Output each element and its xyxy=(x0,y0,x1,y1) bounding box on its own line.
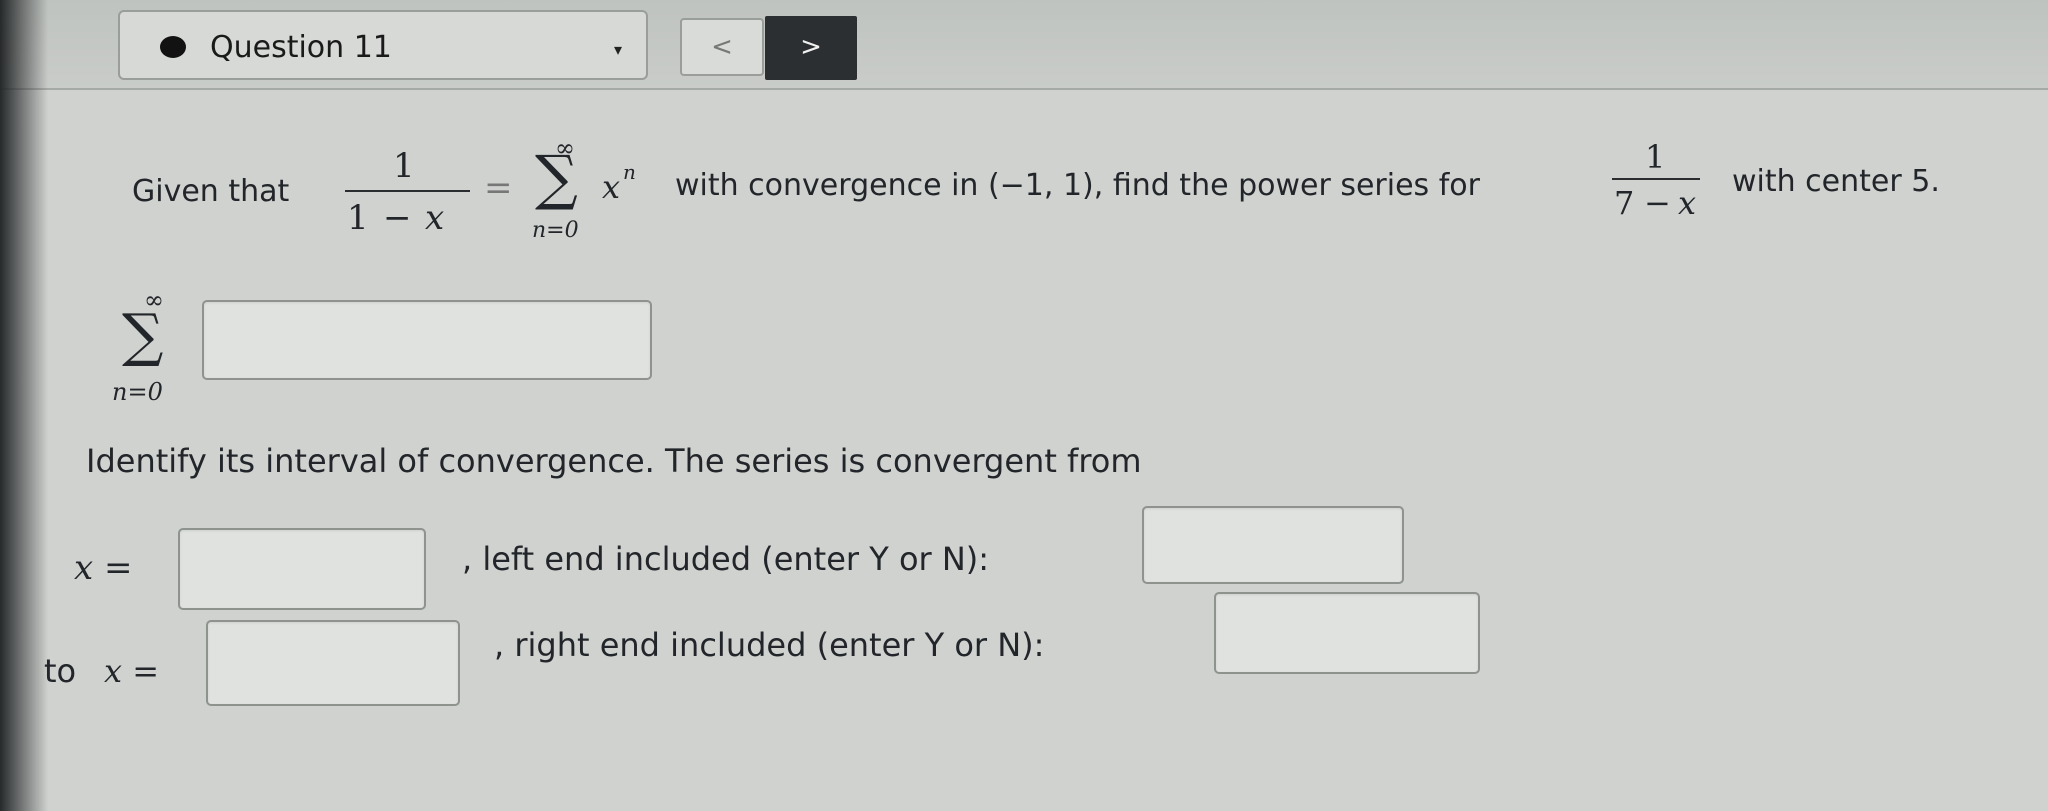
fraction-two-denominator-variable: x xyxy=(1678,184,1697,222)
next-question-button[interactable]: > xyxy=(765,16,857,80)
convergence-statement: with convergence in (−1, 1), find the po… xyxy=(675,168,1480,203)
interval-prompt: Identify its interval of convergence. Th… xyxy=(86,442,1142,480)
question-title: Question 11 xyxy=(210,30,392,65)
sum-lower-limit: n=0 xyxy=(532,218,579,243)
fraction-two-numerator: 1 xyxy=(1645,138,1666,176)
fraction-two-denominator-constant: 7 xyxy=(1614,184,1635,222)
center-statement: with center 5. xyxy=(1732,164,1940,199)
fraction-two-bar xyxy=(1612,178,1700,180)
equals-sign: = xyxy=(484,168,513,208)
right-end-included-input[interactable] xyxy=(1214,592,1480,674)
fraction-two-denominator-operator: − xyxy=(1644,184,1671,222)
fraction-one-bar xyxy=(345,190,470,192)
right-endpoint-variable: x = xyxy=(104,652,160,690)
series-term-input[interactable] xyxy=(202,300,652,380)
left-endpoint-input[interactable] xyxy=(178,528,426,610)
answer-sum-lower-limit: n=0 xyxy=(112,378,163,406)
chevron-down-icon: ▾ xyxy=(613,40,622,59)
left-end-included-input[interactable] xyxy=(1142,506,1404,584)
screen-edge-shadow xyxy=(0,0,48,811)
chevron-left-icon: < xyxy=(711,32,733,62)
fraction-one-denominator-operator: − xyxy=(383,198,412,238)
summation-symbol: ∑ xyxy=(535,143,578,213)
term-exponent: n xyxy=(623,160,636,184)
right-endpoint-input[interactable] xyxy=(206,620,460,706)
fraction-one-denominator-constant: 1 xyxy=(347,198,369,238)
to-label: to xyxy=(44,652,77,690)
fraction-one-denominator-variable: x xyxy=(425,198,445,238)
given-that-label: Given that xyxy=(132,174,290,209)
left-endpoint-variable: x = xyxy=(74,548,133,588)
question-select[interactable]: Question 11 ▾ xyxy=(118,10,648,80)
left-end-included-label: , left end included (enter Y or N): xyxy=(462,540,990,578)
question-toolbar: Question 11 ▾ < > xyxy=(0,0,2048,90)
right-end-included-label: , right end included (enter Y or N): xyxy=(494,626,1045,664)
term-base: x xyxy=(602,168,621,206)
fraction-one-numerator: 1 xyxy=(393,146,415,186)
previous-question-button[interactable]: < xyxy=(680,18,764,76)
filled-circle-icon xyxy=(160,36,186,58)
chevron-right-icon: > xyxy=(800,32,822,62)
answer-summation-symbol: ∑ xyxy=(122,301,164,369)
